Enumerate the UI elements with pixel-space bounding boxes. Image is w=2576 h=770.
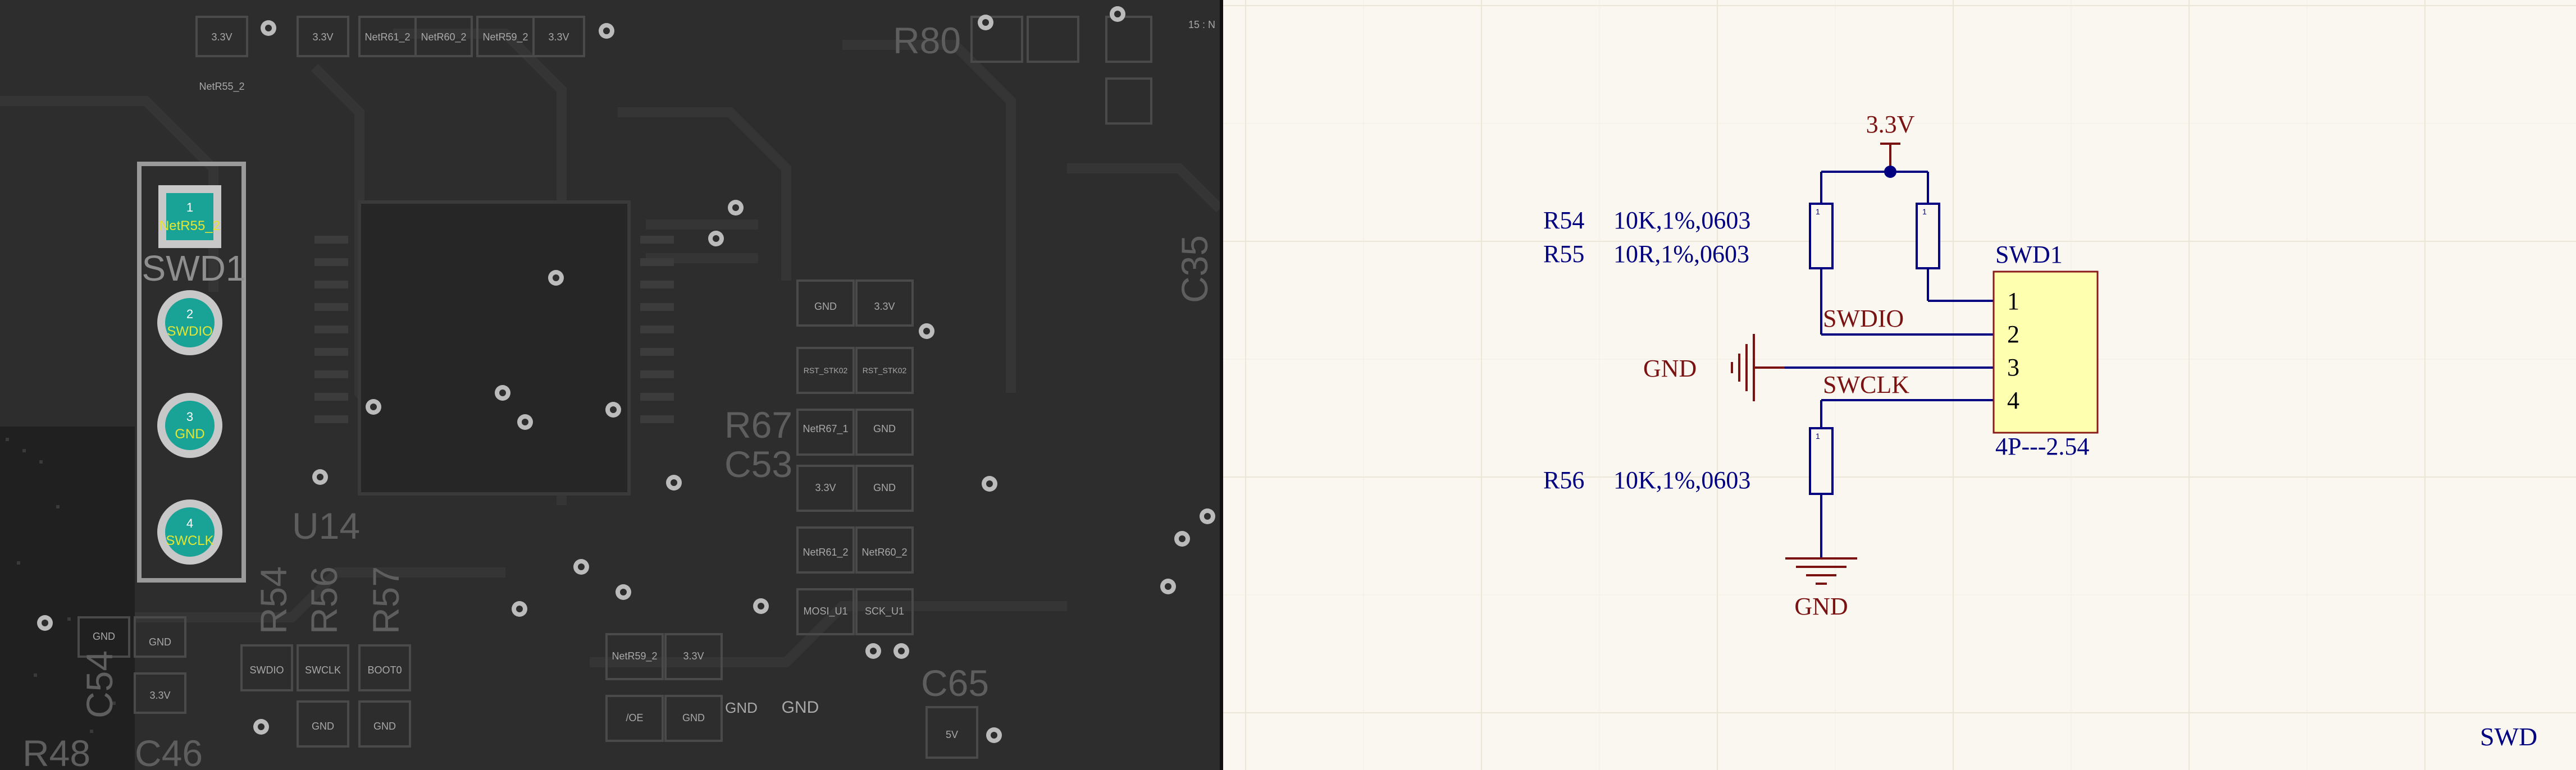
silk-designator: R57 (365, 566, 407, 634)
net-label-swdio[interactable]: SWDIO (1823, 305, 1904, 332)
pad-label: NetR61_2 (803, 547, 848, 558)
pad-label: GND (873, 482, 896, 493)
pad-label: 5V (946, 729, 958, 740)
pad-label: GND (814, 301, 837, 312)
pad-label: BOOT0 (367, 664, 402, 676)
pad-copper (165, 401, 215, 450)
silk-designator: C65 (921, 662, 989, 704)
pad-label: 15 : N (1188, 19, 1215, 30)
pad-label: SWDIO (250, 664, 284, 676)
pad-label: 3.3V (312, 31, 333, 43)
pad-label: NetR59_2 (482, 31, 528, 43)
pad-label: GND (725, 699, 758, 716)
pad-label: GND (782, 698, 819, 717)
pad-label: GND (93, 631, 115, 642)
swd1-pad-4[interactable]: 4 SWCLK (157, 499, 222, 565)
r55-value: 10R,1%,0603 (1613, 240, 1749, 268)
r54-value: 10K,1%,0603 (1613, 207, 1750, 234)
gnd-label: GND (1643, 355, 1697, 382)
swd1-pin-1: 1 (2007, 287, 2019, 315)
pad-number: 1 (186, 200, 193, 214)
r54-body (1809, 203, 1834, 269)
pad-label: GND (373, 721, 396, 732)
pad-label: GND (149, 636, 171, 648)
pad-label: SWCLK (305, 664, 341, 676)
pad-label: 3.3V (815, 482, 836, 493)
pad-label: NetR60_2 (861, 547, 907, 558)
r56-designator: R56 (1543, 466, 1584, 494)
gnd-port-left[interactable]: GND (1643, 334, 1785, 401)
pad-label: NetR67_1 (803, 423, 848, 435)
resistor-r56[interactable]: 1 R56 10K,1%,0603 (1543, 427, 1834, 495)
silk-designator: R67 (724, 404, 792, 446)
swd1-designator: SWD1 (1995, 241, 2063, 268)
pad-number: 2 (186, 307, 193, 321)
silk-designator: C54 (79, 650, 120, 718)
swd1-pin-4: 4 (2007, 387, 2019, 414)
pad-copper (165, 507, 215, 557)
silk-designator: C46 (135, 732, 203, 770)
silk-designator: C53 (724, 443, 792, 485)
pad-label: RST_STK02 (804, 366, 848, 375)
pad-label: NetR61_2 (364, 31, 410, 43)
pad-label: RST_STK02 (863, 366, 907, 375)
pad-copper (165, 298, 215, 347)
silk-designator: R56 (303, 566, 345, 634)
pad-net: NetR55_2 (159, 218, 220, 233)
pad-label: GND (682, 712, 705, 723)
net-label-swclk[interactable]: SWCLK (1823, 371, 1909, 398)
silk-designator: C35 (1174, 235, 1215, 303)
pad-label: 3.3V (548, 31, 569, 43)
pad-label: NetR60_2 (421, 31, 466, 43)
pad-net: SWCLK (166, 533, 213, 548)
r54-designator: R54 (1543, 207, 1584, 234)
silk-designator: R48 (22, 732, 90, 770)
silk-designator: U14 (292, 505, 360, 547)
swd1-pin-2: 2 (2007, 320, 2019, 348)
pad-net: GND (175, 427, 204, 442)
pcb-canvas[interactable]: 3.3V 3.3V NetR61_2 NetR60_2 NetR59_2 3.3… (0, 0, 1220, 770)
pad-label: NetR55_2 (199, 81, 244, 93)
silk-designator: R54 (253, 566, 294, 634)
r56-value: 10K,1%,0603 (1613, 466, 1750, 494)
swd1-silk-label: SWD1 (142, 248, 246, 288)
junction-dot (1884, 166, 1896, 178)
swd1-footprint: 4P---2.54 (1995, 433, 2089, 460)
swd1-footprint[interactable]: SWD1 1 NetR55_2 2 SWDIO 3 GND 4 SWCLK (137, 162, 246, 583)
pad-net: SWDIO (167, 324, 212, 339)
pad-label: 3.3V (211, 31, 232, 43)
schematic-canvas[interactable]: 3.3V 1 R54 10K,1%,0603 1 R55 10R,1%,0603… (1223, 0, 2576, 770)
pcb-layout-view[interactable]: 3.3V 3.3V NetR61_2 NetR60_2 NetR59_2 3.3… (0, 0, 1220, 770)
pad-label: MOSI_U1 (803, 606, 847, 617)
r55-designator: R55 (1543, 240, 1584, 268)
pad-label: 3.3V (683, 650, 704, 662)
r55-body (1916, 203, 1940, 269)
gnd-label: GND (1794, 593, 1848, 620)
power-port-3v3[interactable]: 3.3V (1866, 111, 1915, 172)
pad-label: GND (873, 423, 896, 434)
pad-label: 3.3V (149, 690, 170, 701)
power-label: 3.3V (1866, 111, 1915, 138)
pad-label: GND (312, 721, 334, 732)
connector-swd1[interactable]: SWD1 4P---2.54 1 2 3 4 (1993, 241, 2099, 460)
pad-label: 3.3V (874, 301, 895, 312)
pad-number: 4 (186, 516, 193, 530)
pad-label: SCK_U1 (865, 606, 904, 617)
ic-u14-body (358, 200, 631, 496)
pad-label: NetR59_2 (612, 650, 657, 662)
swd1-pad-1[interactable]: 1 NetR55_2 (158, 185, 221, 248)
swd1-pad-3[interactable]: 3 GND (157, 393, 222, 458)
schematic-view[interactable]: 3.3V 1 R54 10K,1%,0603 1 R55 10R,1%,0603… (1223, 0, 2576, 770)
r54-pin1: 1 (1816, 207, 1820, 216)
pad-number: 3 (186, 410, 193, 424)
pad-label: /OE (626, 712, 643, 723)
gnd-port-bottom[interactable]: GND (1785, 557, 1857, 620)
r56-body (1809, 427, 1834, 495)
sheet-title: SWD (2480, 722, 2537, 751)
r56-pin1: 1 (1816, 432, 1820, 441)
swd1-pad-2[interactable]: 2 SWDIO (157, 290, 222, 355)
silk-designator: R80 (893, 20, 961, 61)
r55-pin1: 1 (1922, 207, 1927, 216)
swd1-pin-3: 3 (2007, 354, 2019, 381)
